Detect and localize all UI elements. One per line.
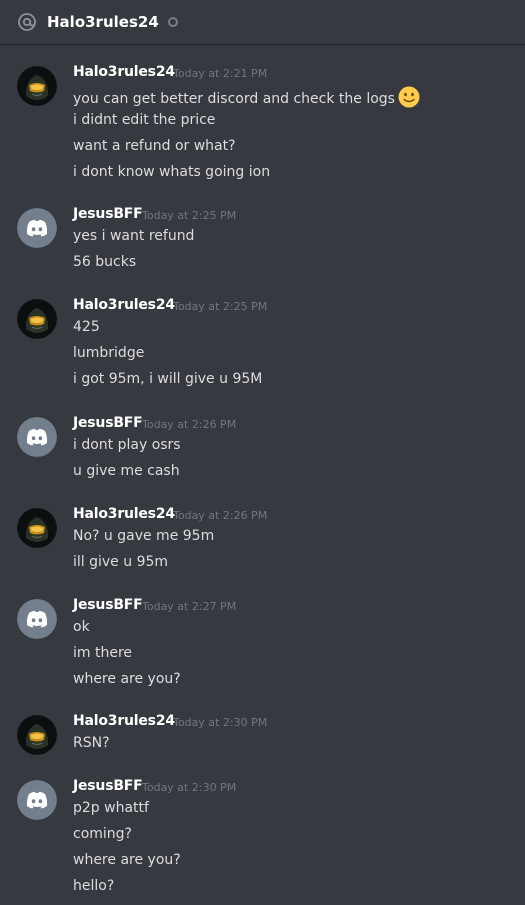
message-author[interactable]: Halo3rules24 [73,64,175,80]
message-line: i dont know whats going ion [73,164,270,180]
message-line: i got 95m, i will give u 95M [73,371,262,387]
message-text: i dont play osrs [73,437,181,453]
message-line: you can get better discord and check the… [73,86,420,112]
message-line: 56 bucks [73,254,136,270]
message-text: ill give u 95m [73,554,169,570]
halo-helmet-icon[interactable] [17,715,57,755]
message-line: lumbridge [73,345,144,361]
message-text: p2p whattf [73,800,149,816]
halo-helmet-icon[interactable] [17,508,57,548]
message-line: u give me cash [73,463,180,479]
message-timestamp: Today at 2:26 PM [173,509,268,522]
channel-header: Halo3rules24 [0,0,525,44]
message-text: 56 bucks [73,254,137,270]
message-timestamp: Today at 2:30 PM [173,716,268,729]
halo-helmet-icon[interactable] [17,299,57,339]
message-timestamp: Today at 2:27 PM [142,600,237,613]
message-author[interactable]: Halo3rules24 [73,506,175,522]
message-line: ok [73,619,90,635]
offline-status-icon [167,17,178,27]
message-line: i dont play osrs [73,437,181,453]
discord-logo-icon[interactable] [17,780,57,820]
message-text: No? u gave me 95m [73,528,215,544]
message-author[interactable]: JesusBFF [73,415,143,431]
message-text: 425 [73,319,100,335]
message-line: RSN? [73,735,110,751]
message-line: hello? [73,878,114,894]
discord-logo-icon[interactable] [17,599,57,639]
message-text: coming? [73,826,132,842]
message-author[interactable]: Halo3rules24 [73,713,175,729]
header-title[interactable]: Halo3rules24 [47,13,159,31]
message-text: hello? [73,878,115,894]
message-line: No? u gave me 95m [73,528,214,544]
message-timestamp: Today at 2:30 PM [142,781,237,794]
message-text: ok [73,619,90,635]
discord-logo-icon[interactable] [17,208,57,248]
message-author[interactable]: JesusBFF [73,206,143,222]
message-line: yes i want refund [73,228,194,244]
message-line: i didnt edit the price [73,112,215,128]
message-timestamp: Today at 2:25 PM [173,300,268,313]
message-line: 425 [73,319,100,335]
message-text: im there [73,645,133,661]
message-text: want a refund or what? [73,138,236,154]
message-text: yes i want refund [73,228,195,244]
message-timestamp: Today at 2:25 PM [142,209,237,222]
message-text: you can get better discord and check the… [73,91,395,107]
message-text: u give me cash [73,463,180,479]
message-line: want a refund or what? [73,138,236,154]
message-author[interactable]: Halo3rules24 [73,297,175,313]
message-text: where are you? [73,671,181,687]
halo-helmet-icon[interactable] [17,66,57,106]
message-text: lumbridge [73,345,145,361]
message-author[interactable]: JesusBFF [73,778,143,794]
discord-logo-icon[interactable] [17,417,57,457]
message-text: where are you? [73,852,181,868]
message-timestamp: Today at 2:26 PM [142,418,237,431]
message-line: p2p whattf [73,800,149,816]
slight-smile-emoji [398,86,420,112]
message-text: i got 95m, i will give u 95M [73,371,263,387]
message-line: coming? [73,826,132,842]
message-line: ill give u 95m [73,554,168,570]
message-text: RSN? [73,735,110,751]
message-line: where are you? [73,671,181,687]
message-text: i dont know whats going ion [73,164,271,180]
message-line: im there [73,645,132,661]
message-timestamp: Today at 2:21 PM [173,67,268,80]
at-sign-icon [17,12,37,32]
message-text: i didnt edit the price [73,112,216,128]
message-author[interactable]: JesusBFF [73,597,143,613]
message-line: where are you? [73,852,181,868]
